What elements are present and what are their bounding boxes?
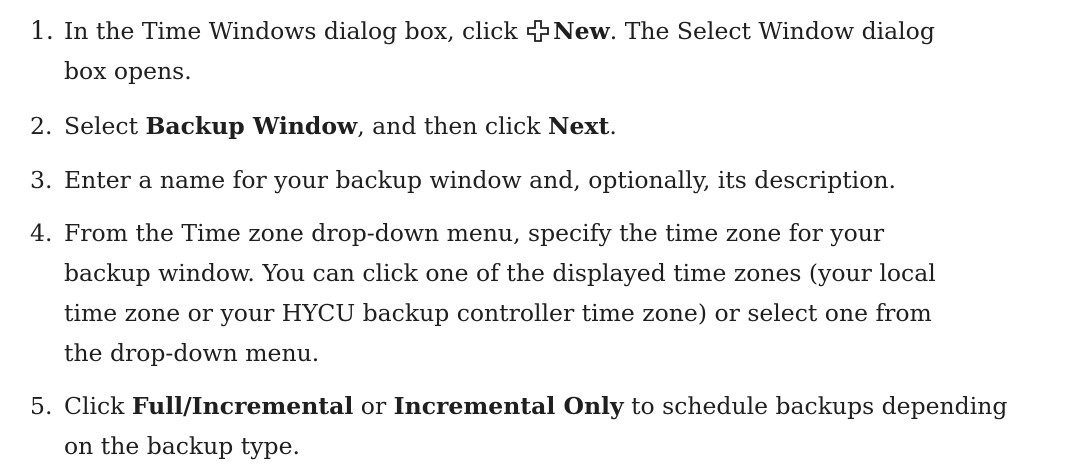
step-number: 3. (30, 166, 53, 194)
backup-window-option-label: Backup Window (145, 112, 358, 140)
incremental-only-label: Incremental Only (393, 392, 624, 420)
new-button-label: New (553, 17, 610, 45)
step-2: 2. Select Backup Window, and then click … (30, 106, 1060, 146)
step-text: Select Backup Window, and then click Nex… (64, 112, 617, 140)
step-number: 2. (30, 112, 53, 140)
step-number: 1. (30, 16, 54, 45)
step-text: From the Time zone drop-down menu, speci… (64, 219, 936, 367)
plus-outline-icon (527, 20, 550, 42)
step-text: Click Full/Incremental or Incremental On… (64, 392, 1008, 460)
step-number: 4. (30, 219, 53, 247)
next-button-label: Next (548, 112, 610, 140)
step-4: 4. From the Time zone drop-down menu, sp… (30, 213, 1060, 373)
step-text: Enter a name for your backup window and,… (64, 166, 896, 194)
document-page: { "steps": [ { "number": "1.", "t1": "In… (0, 0, 1080, 473)
step-text: In the Time Windows dialog box, click Ne… (64, 17, 935, 85)
step-3: 3. Enter a name for your backup window a… (30, 160, 1060, 200)
full-incremental-label: Full/Incremental (131, 392, 354, 420)
step-5: 5. Click Full/Incremental or Incremental… (30, 386, 1060, 466)
step-1: 1. In the Time Windows dialog box, click… (30, 11, 1060, 91)
step-number: 5. (30, 392, 53, 420)
